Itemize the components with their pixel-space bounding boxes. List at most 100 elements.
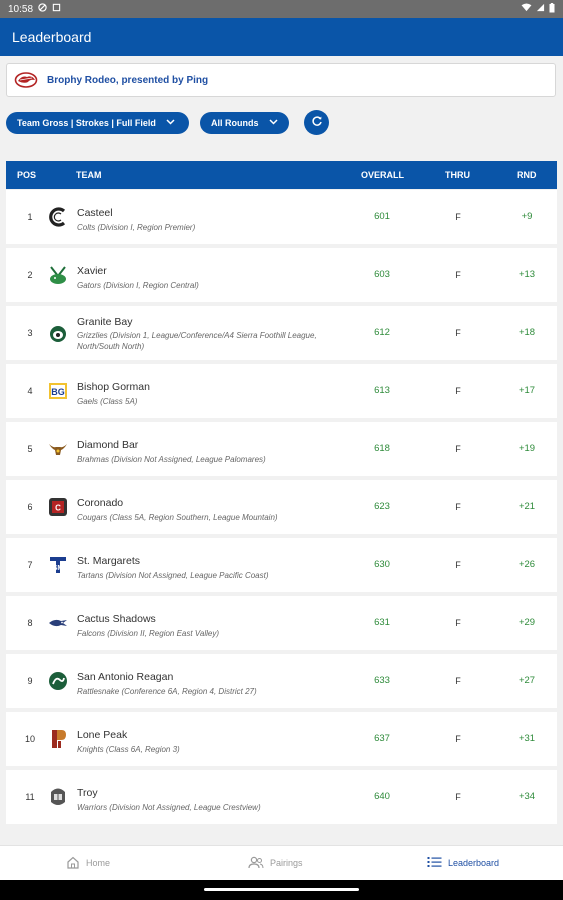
people-icon bbox=[248, 856, 264, 871]
coronado-logo: C bbox=[47, 496, 69, 518]
table-row[interactable]: 6 C Coronado Cougars (Class 5A, Region S… bbox=[6, 480, 557, 534]
row-thru: F bbox=[455, 676, 461, 686]
refresh-button[interactable] bbox=[304, 110, 329, 135]
cactus-shadows-logo bbox=[47, 612, 69, 634]
row-team-detail: Tartans (Division Not Assigned, League P… bbox=[77, 571, 269, 580]
nav-pairings[interactable]: Pairings bbox=[248, 846, 303, 880]
diamond-bar-logo bbox=[47, 438, 69, 460]
rounds-filter-label: All Rounds bbox=[211, 117, 259, 128]
row-overall: 633 bbox=[374, 675, 390, 686]
row-thru: F bbox=[455, 270, 461, 280]
svg-text:C: C bbox=[55, 504, 61, 513]
wifi-icon bbox=[521, 3, 532, 15]
nav-pairings-label: Pairings bbox=[270, 858, 303, 868]
leaderboard-header: POS TEAM OVERALL THRU RND bbox=[6, 161, 557, 189]
nav-leaderboard[interactable]: Leaderboard bbox=[427, 846, 499, 880]
table-row[interactable]: 11 Troy Warriors (Division Not Assigned,… bbox=[6, 770, 557, 824]
row-rnd: +13 bbox=[518, 269, 536, 280]
row-pos: 8 bbox=[27, 618, 33, 628]
row-pos: 5 bbox=[27, 444, 33, 454]
row-thru: F bbox=[455, 502, 461, 512]
home-icon bbox=[66, 856, 80, 871]
row-thru: F bbox=[455, 560, 461, 570]
row-pos: 9 bbox=[27, 676, 33, 686]
row-team-detail: Cougars (Class 5A, Region Southern, Leag… bbox=[77, 513, 278, 522]
row-rnd: +21 bbox=[518, 501, 536, 512]
nav-leaderboard-label: Leaderboard bbox=[448, 858, 500, 868]
chevron-down-icon bbox=[166, 118, 175, 127]
list-icon bbox=[427, 856, 442, 870]
row-team-name: Diamond Bar bbox=[77, 439, 139, 451]
row-team-detail: Brahmas (Division Not Assigned, League P… bbox=[77, 455, 266, 464]
table-row[interactable]: 4 BG Bishop Gorman Gaels (Class 5A) 613 … bbox=[6, 364, 557, 418]
row-team-detail: Gaels (Class 5A) bbox=[77, 397, 138, 406]
row-team-name: San Antonio Reagan bbox=[77, 671, 174, 683]
row-rnd: +34 bbox=[518, 791, 536, 802]
event-card[interactable]: Brophy Rodeo, presented by Ping bbox=[6, 63, 556, 97]
row-thru: F bbox=[455, 328, 461, 338]
row-pos: 2 bbox=[27, 270, 33, 280]
row-overall: 603 bbox=[374, 269, 390, 280]
header-team: TEAM bbox=[76, 170, 102, 180]
row-rnd: +26 bbox=[518, 559, 536, 570]
table-row[interactable]: 9 San Antonio Reagan Rattlesnake (Confer… bbox=[6, 654, 557, 708]
row-overall: 630 bbox=[374, 559, 390, 570]
row-overall: 623 bbox=[374, 501, 390, 512]
row-team-name: Coronado bbox=[77, 497, 124, 509]
row-overall: 601 bbox=[374, 211, 390, 222]
gesture-bar bbox=[0, 880, 563, 900]
row-rnd: +18 bbox=[518, 327, 536, 338]
row-overall: 613 bbox=[374, 385, 390, 396]
screenshot-icon bbox=[52, 3, 61, 15]
rounds-filter-dropdown[interactable]: All Rounds bbox=[200, 111, 289, 134]
row-rnd: +29 bbox=[518, 617, 536, 628]
row-thru: F bbox=[455, 212, 461, 222]
do-not-disturb-icon bbox=[38, 3, 47, 15]
row-team-name: St. Margarets bbox=[77, 555, 141, 567]
row-overall: 637 bbox=[374, 733, 390, 744]
row-team-detail: Colts (Division I, Region Premier) bbox=[77, 223, 196, 232]
app-bar: Leaderboard bbox=[0, 18, 563, 56]
signal-icon bbox=[536, 3, 545, 15]
row-team-name: Xavier bbox=[77, 265, 107, 277]
row-team-detail: Knights (Class 6A, Region 3) bbox=[77, 745, 180, 754]
row-pos: 3 bbox=[27, 328, 33, 338]
chevron-down-icon bbox=[268, 118, 278, 127]
row-thru: F bbox=[455, 792, 461, 802]
leaderboard-list: 1 Casteel Colts (Division I, Region Prem… bbox=[6, 190, 557, 828]
troy-logo bbox=[47, 786, 69, 808]
row-rnd: +17 bbox=[518, 385, 536, 396]
svg-text:SM: SM bbox=[53, 565, 64, 572]
row-team-name: Bishop Gorman bbox=[77, 381, 150, 393]
header-rnd: RND bbox=[517, 170, 537, 180]
row-team-detail: Rattlesnake (Conference 6A, Region 4, Di… bbox=[77, 687, 257, 696]
row-rnd: +9 bbox=[521, 211, 533, 222]
gesture-handle[interactable] bbox=[204, 888, 359, 891]
row-team-name: Lone Peak bbox=[77, 729, 128, 741]
row-team-name: Cactus Shadows bbox=[77, 613, 156, 625]
row-team-name: Troy bbox=[77, 787, 98, 799]
row-rnd: +27 bbox=[518, 675, 536, 686]
table-row[interactable]: 3 Granite Bay Grizzlies (Division 1, Lea… bbox=[6, 306, 557, 360]
header-thru: THRU bbox=[445, 170, 470, 180]
table-row[interactable]: 5 Diamond Bar Brahmas (Division Not Assi… bbox=[6, 422, 557, 476]
status-time: 10:58 bbox=[8, 3, 34, 15]
row-team-detail: Gators (Division I, Region Central) bbox=[77, 281, 199, 290]
table-row[interactable]: 2 Xavier Gators (Division I, Region Cent… bbox=[6, 248, 557, 302]
event-title: Brophy Rodeo, presented by Ping bbox=[47, 74, 209, 86]
page-title: Leaderboard bbox=[12, 29, 92, 45]
st-margarets-logo: SM bbox=[47, 554, 69, 576]
refresh-icon bbox=[311, 114, 323, 132]
row-overall: 618 bbox=[374, 443, 390, 454]
row-pos: 4 bbox=[27, 386, 33, 396]
table-row[interactable]: 10 Lone Peak Knights (Class 6A, Region 3… bbox=[6, 712, 557, 766]
xavier-logo bbox=[47, 264, 69, 286]
svg-text:BG: BG bbox=[51, 387, 65, 397]
table-row[interactable]: 1 Casteel Colts (Division I, Region Prem… bbox=[6, 190, 557, 244]
row-thru: F bbox=[455, 386, 461, 396]
scoring-filter-label: Team Gross | Strokes | Full Field bbox=[17, 117, 156, 128]
nav-home[interactable]: Home bbox=[66, 846, 110, 880]
table-row[interactable]: 7 SM St. Margarets Tartans (Division Not… bbox=[6, 538, 557, 592]
scoring-filter-dropdown[interactable]: Team Gross | Strokes | Full Field bbox=[6, 111, 189, 134]
table-row[interactable]: 8 Cactus Shadows Falcons (Division II, R… bbox=[6, 596, 557, 650]
